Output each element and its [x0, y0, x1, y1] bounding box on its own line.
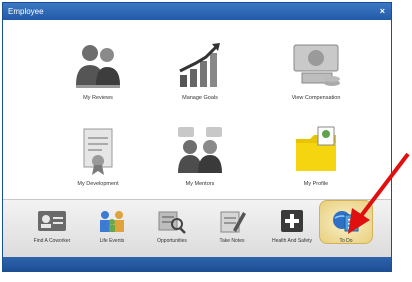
opportunities-button[interactable]: Opportunities — [143, 208, 201, 244]
health-safety-button[interactable]: Health And Safety — [263, 208, 321, 244]
red-arrow-annotation — [348, 152, 410, 234]
window-footer-bar — [3, 257, 391, 271]
my-mentors-button[interactable]: My Mentors — [145, 125, 255, 187]
my-development-button[interactable]: My Development — [43, 125, 153, 187]
folder-icon — [296, 126, 336, 171]
employee-window: Employee × My Reviews Manage Goals View … — [2, 2, 392, 272]
opportunities-label: Opportunities — [157, 238, 187, 244]
my-reviews-label: My Reviews — [83, 95, 113, 101]
life-events-button[interactable]: Life Events — [83, 208, 141, 244]
view-compensation-button[interactable]: View Compensation — [261, 39, 371, 101]
title-bar: Employee × — [3, 3, 391, 20]
life-events-label: Life Events — [99, 238, 125, 244]
find-coworker-button[interactable]: Find A Coworker — [23, 208, 81, 244]
take-notes-label: Take Notes — [219, 238, 245, 244]
manage-goals-label: Manage Goals — [182, 95, 218, 101]
family-icon — [100, 211, 124, 232]
manage-goals-button[interactable]: Manage Goals — [145, 39, 255, 101]
health-safety-label: Health And Safety — [271, 238, 313, 244]
mentors-icon — [178, 127, 222, 173]
my-reviews-button[interactable]: My Reviews — [43, 39, 153, 101]
reviews-people-icon — [76, 45, 120, 88]
close-icon[interactable]: × — [380, 3, 385, 20]
search-document-icon — [158, 211, 186, 234]
certificate-icon — [83, 128, 113, 175]
my-development-label: My Development — [77, 181, 119, 187]
find-coworker-label: Find A Coworker — [33, 238, 71, 244]
view-compensation-label: View Compensation — [291, 95, 341, 101]
growth-chart-icon — [179, 43, 220, 87]
take-notes-button[interactable]: Take Notes — [203, 208, 261, 244]
id-card-icon — [38, 211, 66, 231]
money-icon — [293, 44, 340, 86]
bottom-toolbar: Find A Coworker Life Events Opportunitie… — [3, 199, 391, 257]
health-cross-icon — [281, 210, 303, 232]
notepad-pen-icon — [220, 211, 246, 233]
my-mentors-label: My Mentors — [185, 181, 215, 187]
window-title: Employee — [8, 7, 44, 16]
